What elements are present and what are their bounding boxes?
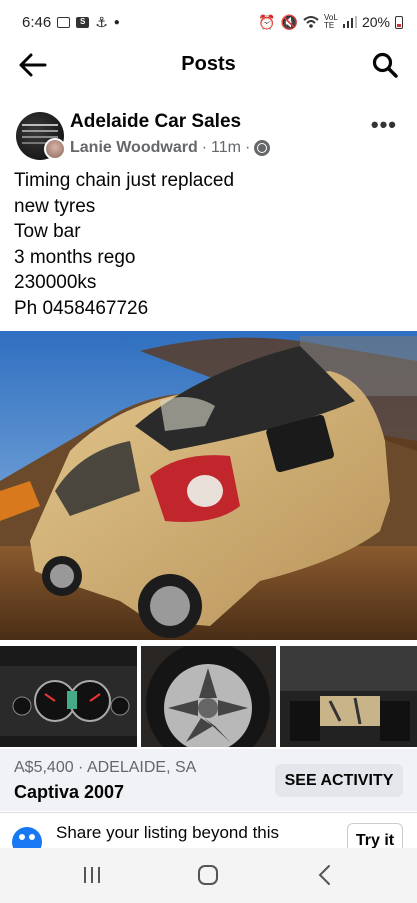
signal-icon (342, 16, 357, 28)
author-name[interactable]: Lanie Woodward (70, 139, 198, 157)
see-activity-button[interactable]: SEE ACTIVITY (275, 764, 403, 797)
author-avatar[interactable] (44, 138, 66, 160)
back-chevron-icon[interactable] (305, 860, 345, 890)
battery-icon (395, 15, 403, 29)
share-promo-text: Share your listing beyond this (56, 823, 280, 842)
separator: · (201, 139, 208, 156)
volte-icon: VoLTE (323, 13, 338, 30)
system-nav-bar (0, 848, 417, 903)
post-text-line: Tow bar (14, 221, 81, 243)
post-text-line: 3 months rego (14, 246, 136, 268)
status-left: 6:46 S ⚓ ● (22, 14, 120, 31)
post-time[interactable]: 11m (211, 139, 241, 157)
main-photo[interactable] (0, 331, 417, 640)
marketplace-listing[interactable]: A$5,400 · ADELAIDE, SA Captiva 2007 SEE … (0, 749, 417, 811)
group-name[interactable]: Adelaide Car Sales (70, 111, 241, 133)
home-icon[interactable] (188, 860, 228, 890)
mute-icon: 🔇 (280, 13, 298, 30)
car-photo-illustration (0, 331, 417, 640)
thumbnail-interior[interactable] (280, 646, 417, 747)
share-listing-promo: Share your listing beyond this Try it (0, 812, 417, 848)
post-text-line[interactable]: Ph 0458467726 (14, 296, 234, 322)
separator: · (244, 139, 251, 156)
gallery-notification-icon (57, 16, 71, 28)
listing-price-location: A$5,400 · ADELAIDE, SA (14, 759, 197, 776)
post-text-line: 230000ks (14, 272, 97, 294)
thumbnail-strip (0, 646, 417, 747)
dot-icon: ● (113, 16, 120, 28)
status-right: ⏰ 🔇 VoLTE 20% (258, 14, 403, 31)
share-people-icon (12, 827, 42, 848)
usb-icon: ⚓ (95, 13, 108, 30)
recent-apps-icon[interactable] (72, 860, 112, 890)
globe-icon (254, 140, 271, 156)
arrow-left-icon[interactable] (18, 52, 48, 78)
author-line: Lanie Woodward · 11m · (70, 139, 271, 157)
wifi-icon (303, 16, 319, 28)
post-body: Timing chain just replaced new tyres Tow… (14, 168, 234, 322)
try-it-button[interactable]: Try it (347, 823, 403, 848)
app-notification-icon: S (76, 16, 90, 28)
post-text-line: new tyres (14, 195, 96, 217)
thumbnail-wheel[interactable] (141, 646, 276, 747)
battery-percent: 20% (361, 14, 390, 30)
status-time: 6:46 (22, 13, 52, 31)
search-icon[interactable] (371, 51, 399, 79)
alarm-icon: ⏰ (258, 13, 276, 30)
status-bar: 6:46 S ⚓ ● ⏰ 🔇 VoLTE 20% (0, 0, 417, 44)
post-header: Adelaide Car Sales Lanie Woodward · 11m … (0, 104, 417, 164)
post-text-line: Timing chain just replaced (14, 170, 235, 191)
more-horizontal-icon[interactable]: ••• (371, 112, 397, 138)
app-header: Posts (0, 44, 417, 86)
thumbnail-dashboard[interactable] (0, 646, 137, 747)
listing-title: Captiva 2007 (14, 782, 125, 802)
page-title: Posts (181, 53, 236, 75)
